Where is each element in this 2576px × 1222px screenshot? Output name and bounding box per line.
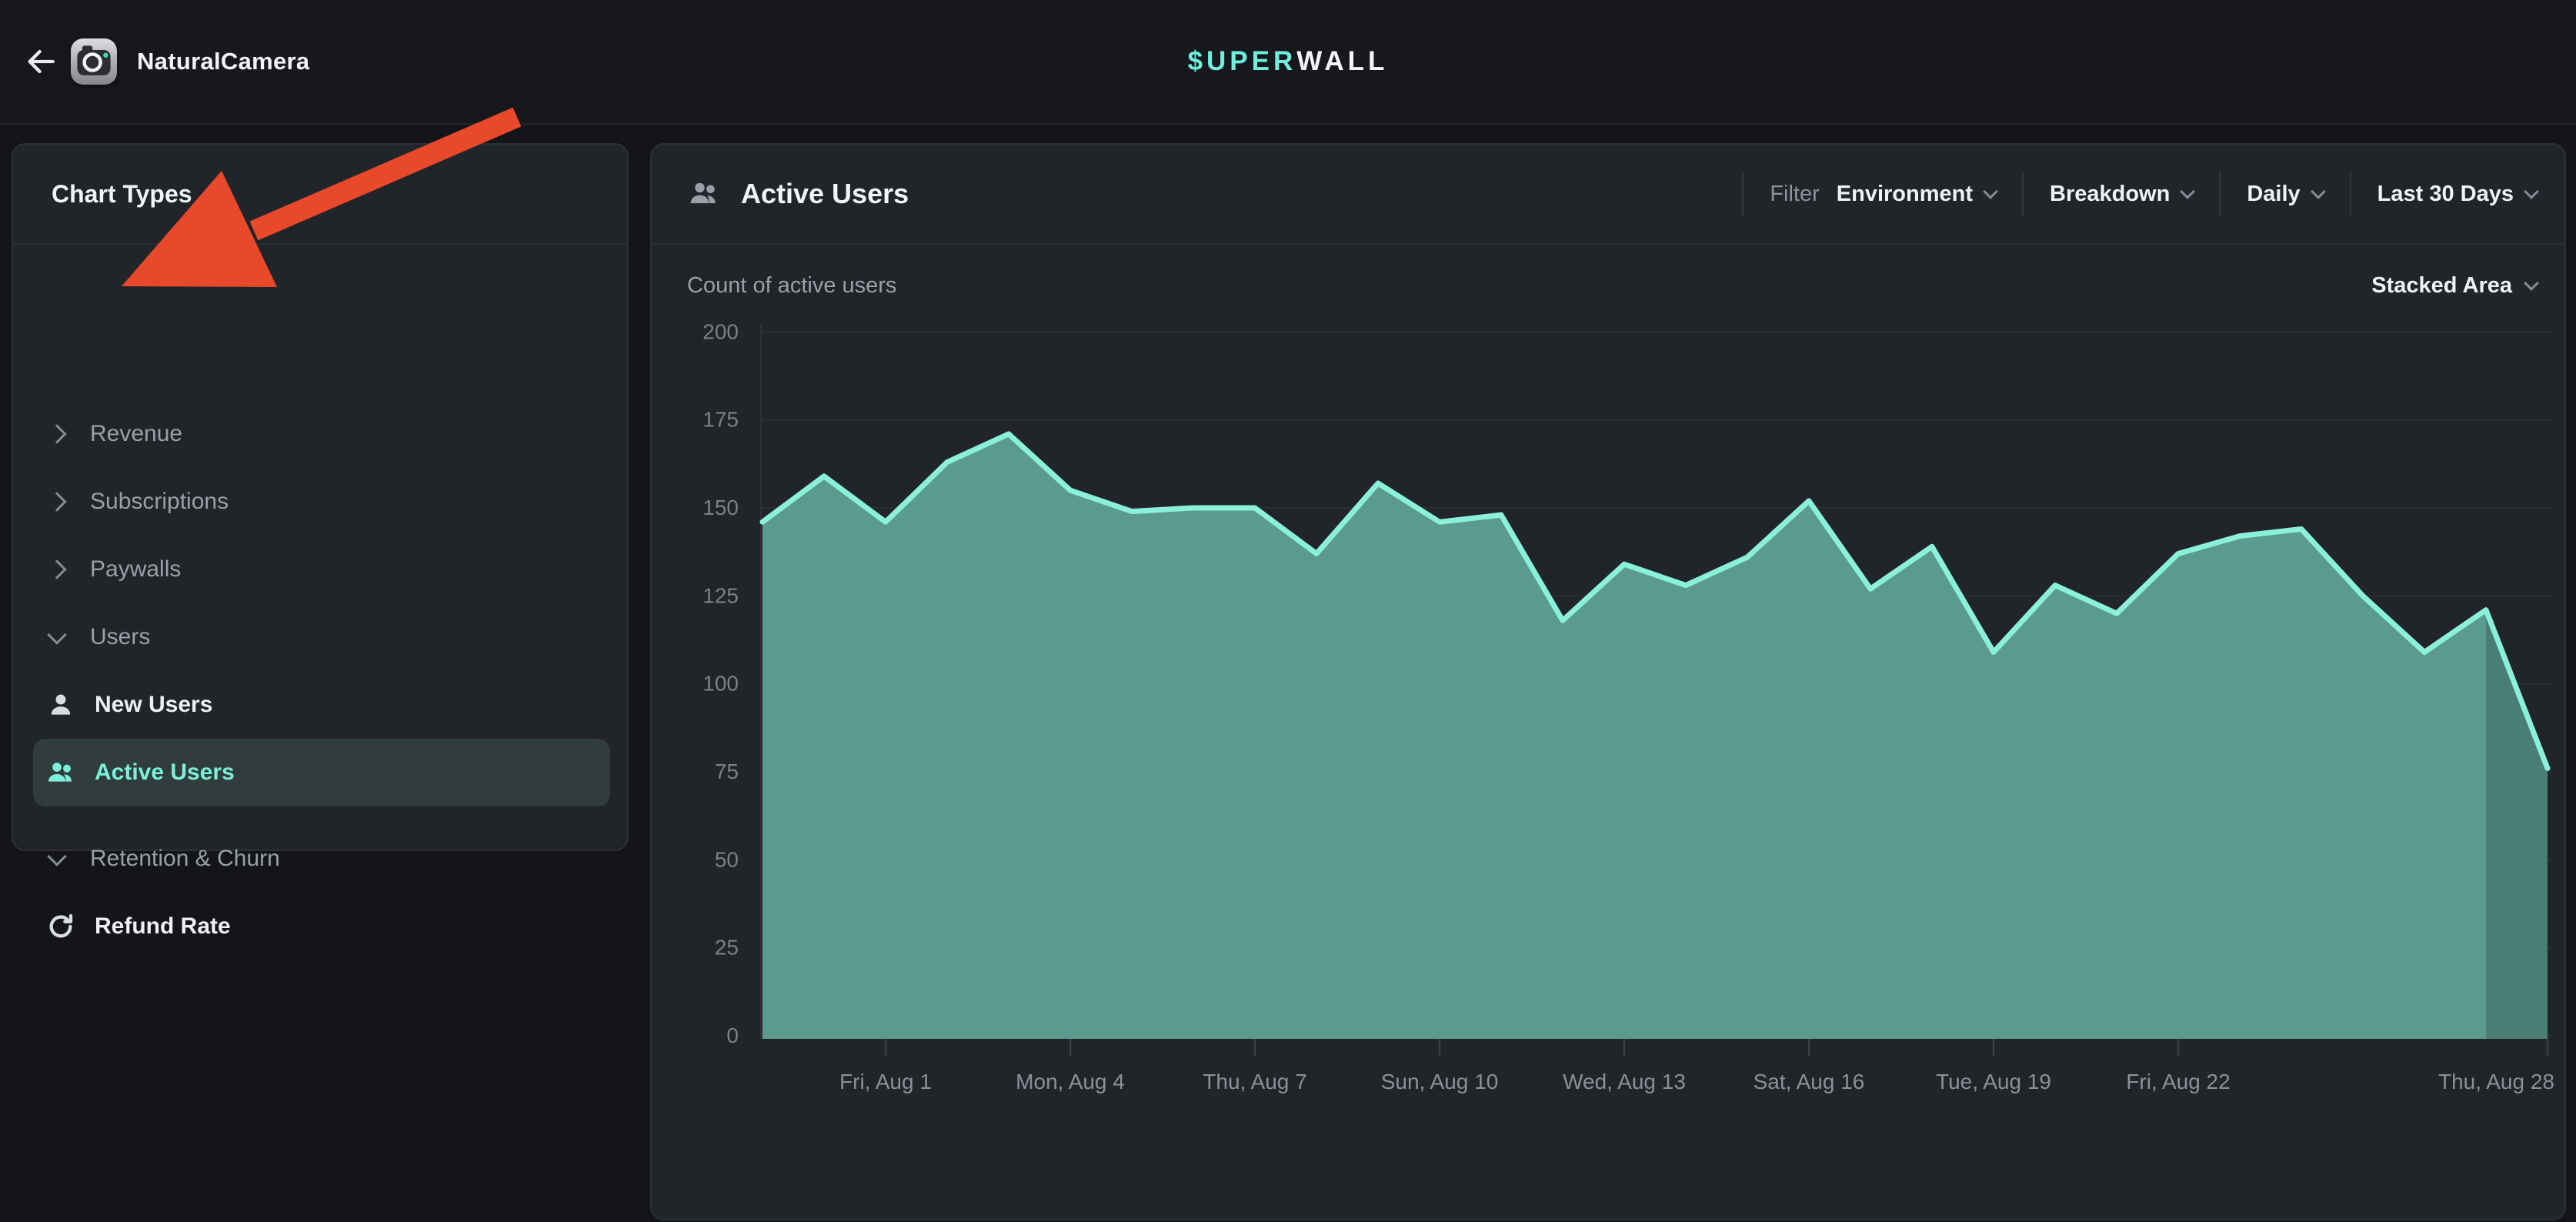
svg-text:0: 0 — [726, 1023, 739, 1047]
sidebar-item-retention-churn[interactable]: Retention & Churn — [33, 825, 610, 893]
sidebar-item-active-users[interactable]: Active Users — [33, 739, 610, 806]
svg-text:125: 125 — [702, 583, 739, 607]
sidebar-item-users[interactable]: Users — [33, 603, 610, 671]
svg-text:Thu, Aug 7: Thu, Aug 7 — [1203, 1070, 1306, 1093]
granularity-dropdown[interactable]: Daily — [2247, 182, 2323, 207]
superwall-logo: $UPERWALL — [0, 0, 2576, 123]
svg-text:100: 100 — [702, 672, 739, 696]
chevron-down-icon — [47, 625, 66, 644]
control-separator — [2350, 172, 2351, 216]
sidebar-item-label: Subscriptions — [90, 489, 229, 515]
svg-text:Mon, Aug 4: Mon, Aug 4 — [1016, 1070, 1125, 1093]
sidebar-item-refund-rate[interactable]: Refund Rate — [33, 893, 610, 960]
sidebar-item-label: Paywalls — [90, 556, 181, 583]
chevron-down-icon — [2524, 184, 2539, 199]
chart-subtitle: Count of active users — [687, 273, 896, 299]
control-separator — [1742, 172, 1743, 216]
person-icon — [44, 688, 78, 722]
control-separator — [2219, 172, 2221, 216]
panel-title-row: Active Users — [687, 145, 909, 243]
date-range-value: Last 30 Days — [2377, 182, 2514, 207]
svg-text:Tue, Aug 19: Tue, Aug 19 — [1936, 1070, 2051, 1093]
sidebar-item-label: Users — [90, 624, 150, 650]
chevron-right-icon — [47, 424, 66, 443]
active-users-panel: Active Users Filter Environment Breakdow… — [650, 143, 2566, 1220]
sidebar-item-revenue[interactable]: Revenue — [33, 400, 610, 468]
breakdown-value: Breakdown — [2050, 182, 2170, 207]
people-icon — [44, 756, 78, 790]
svg-text:Sun, Aug 10: Sun, Aug 10 — [1381, 1070, 1499, 1093]
sidebar-item-label: Revenue — [90, 421, 182, 447]
active-users-area-chart[interactable]: 0 25 50 75 100 125 150 175 200 Fri, Aug 1 Mon, Aug… — [652, 310, 2566, 1222]
chart-types-sidebar: Chart Types RevenueSubscriptionsPaywalls… — [12, 143, 629, 851]
chevron-right-icon — [47, 559, 66, 579]
granularity-value: Daily — [2247, 182, 2300, 207]
chevron-down-icon — [1983, 184, 1998, 199]
svg-text:Fri, Aug 1: Fri, Aug 1 — [839, 1070, 932, 1093]
chevron-right-icon — [47, 492, 66, 511]
app-window: NaturalCamera $UPERWALL Chart Types Reve… — [0, 0, 2576, 1113]
breakdown-dropdown[interactable]: Breakdown — [2050, 182, 2193, 207]
chevron-down-icon — [2524, 275, 2539, 291]
chevron-down-icon — [47, 846, 66, 866]
sidebar-item-subscriptions[interactable]: Subscriptions — [33, 468, 610, 536]
sidebar-item-new-users[interactable]: New Users — [33, 671, 610, 739]
svg-text:50: 50 — [715, 847, 739, 871]
svg-text:Fri, Aug 22: Fri, Aug 22 — [2126, 1070, 2230, 1093]
svg-text:200: 200 — [702, 319, 739, 343]
sidebar-item-paywalls[interactable]: Paywalls — [33, 536, 610, 603]
environment-filter-dropdown[interactable]: Filter Environment — [1770, 182, 1996, 207]
chart-controls: Filter Environment Breakdown Daily Last … — [1716, 145, 2537, 243]
logo-white-part: WALL — [1296, 46, 1388, 77]
svg-text:Thu, Aug 28: Thu, Aug 28 — [2438, 1070, 2554, 1093]
chevron-down-icon — [2180, 184, 2195, 199]
chart-type-dropdown[interactable]: Stacked Area — [2371, 273, 2537, 299]
svg-text:25: 25 — [715, 936, 739, 960]
people-icon — [687, 177, 721, 211]
chart-type-value: Stacked Area — [2371, 273, 2512, 299]
sidebar-item-list: Revenue Subscriptions Paywalls Users New Use… — [13, 145, 627, 850]
top-bar: NaturalCamera $UPERWALL — [0, 0, 2576, 125]
environment-value: Environment — [1837, 182, 1973, 207]
sidebar-item-label: Retention & Churn — [90, 846, 280, 872]
date-range-dropdown[interactable]: Last 30 Days — [2377, 182, 2537, 207]
svg-text:Wed, Aug 13: Wed, Aug 13 — [1563, 1070, 1686, 1093]
panel-title: Active Users — [741, 178, 909, 210]
svg-text:Sat, Aug 16: Sat, Aug 16 — [1753, 1070, 1865, 1093]
filter-label: Filter — [1770, 182, 1819, 207]
control-separator — [2022, 172, 2024, 216]
sidebar-item-label: Active Users — [95, 760, 235, 786]
refresh-icon — [44, 910, 78, 943]
sidebar-item-label: Refund Rate — [95, 913, 231, 940]
svg-text:75: 75 — [715, 760, 739, 783]
svg-text:150: 150 — [702, 496, 739, 519]
logo-teal-part: $UPER — [1188, 46, 1297, 77]
sidebar-item-label: New Users — [95, 692, 212, 718]
chevron-down-icon — [2311, 184, 2326, 199]
svg-text:175: 175 — [702, 408, 739, 432]
